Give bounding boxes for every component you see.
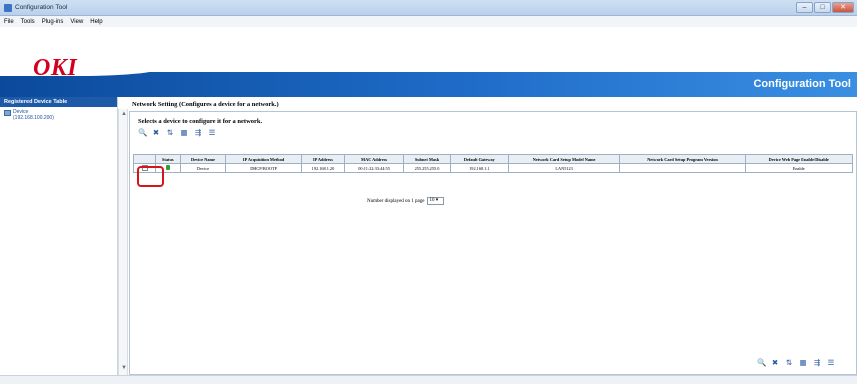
status-bar [0, 375, 857, 384]
ip-method-cell: DHCP/BOOTP [225, 163, 302, 173]
column-header-model-name[interactable]: Network Card Setup Model Name [507, 154, 621, 164]
minimize-button[interactable]: – [796, 2, 813, 13]
registered-device-table-header: Registered Device Table [0, 97, 117, 107]
column-header-select[interactable] [133, 154, 156, 164]
banner: OKI [0, 27, 857, 97]
column-header-default-gateway[interactable]: Default Gateway [450, 154, 509, 164]
filter-icon[interactable]: ⇶ [194, 128, 202, 137]
main-panel: Network Setting (Configures a device for… [129, 97, 857, 375]
sort-icon[interactable]: ⇅ [166, 128, 174, 137]
window-controls: – □ ✕ [796, 2, 854, 13]
list-icon[interactable]: ☰ [208, 128, 216, 137]
sort-icon[interactable]: ⇅ [785, 358, 793, 367]
filter-icon[interactable]: ⇶ [813, 358, 821, 367]
column-header-mac-address[interactable]: MAC Address [344, 154, 404, 164]
per-page-select[interactable]: 10 ▾ [426, 197, 444, 205]
grid-icon[interactable]: ▦ [799, 358, 807, 367]
column-header-program-version[interactable]: Network Card Setup Program Version [619, 154, 746, 164]
model-name-cell: LAN5123 [507, 163, 621, 173]
page-subtitle: Selects a device to configure it for a n… [138, 118, 263, 125]
column-header-device-name[interactable]: Device Name [179, 154, 227, 164]
bottom-toolbar: 🔍 ✖ ⇅ ▦ ⇶ ☰ [757, 358, 835, 367]
menu-help[interactable]: Help [90, 19, 102, 25]
grid-icon[interactable]: ▦ [180, 128, 188, 137]
menu-bar: File Tools Plug-ins View Help [0, 16, 857, 27]
app-icon [4, 4, 12, 12]
program-version-cell [619, 163, 746, 173]
oki-logo: OKI [33, 55, 78, 81]
device-table: Status Device Name IP Acquisition Method… [133, 154, 853, 173]
banner-title: Configuration Tool [753, 78, 851, 90]
column-header-subnet-mask[interactable]: Subnet Mask [402, 154, 452, 164]
menu-view[interactable]: View [70, 19, 83, 25]
status-ok-icon [165, 165, 170, 170]
search-icon[interactable]: 🔍 [757, 358, 766, 367]
column-header-ip-method[interactable]: IP Acquisition Method [225, 154, 302, 164]
page-title: Network Setting (Configures a device for… [132, 101, 279, 108]
per-page-value: 10 [429, 198, 435, 203]
title-bar: Configuration Tool – □ ✕ [0, 0, 857, 16]
close-button[interactable]: ✕ [832, 2, 854, 13]
ip-address-cell: 192.168.1.20 [300, 163, 346, 173]
table-header-row: Status Device Name IP Acquisition Method… [133, 154, 853, 164]
device-name-cell: Device [179, 163, 227, 173]
vertical-scrollbar[interactable]: ▲ ▼ [118, 109, 128, 375]
per-page-label: Number displayed on 1 page [367, 198, 425, 204]
web-page-cell: Enable [744, 163, 853, 173]
menu-tools[interactable]: Tools [21, 19, 35, 25]
device-tree-item[interactable]: Device (192.168.100.200) [0, 107, 117, 123]
content-frame [129, 111, 857, 375]
device-tree-ip: (192.168.100.200) [13, 115, 54, 121]
mac-address-cell: 00:11:22:33:44:55 [344, 163, 404, 173]
per-page-control: Number displayed on 1 page 10 ▾ [367, 197, 444, 205]
checkbox-highlight [137, 166, 164, 187]
left-panel: Registered Device Table Device (192.168.… [0, 97, 118, 375]
scroll-up-icon[interactable]: ▲ [121, 111, 127, 117]
column-header-status[interactable]: Status [155, 154, 181, 164]
window-title: Configuration Tool [15, 4, 68, 11]
list-icon[interactable]: ☰ [827, 358, 835, 367]
menu-file[interactable]: File [4, 19, 14, 25]
column-header-web-page[interactable]: Device Web Page Enable/Disable [744, 154, 853, 164]
column-header-ip-address[interactable]: IP Address [300, 154, 346, 164]
menu-plugins[interactable]: Plug-ins [42, 19, 64, 25]
delete-icon[interactable]: ✖ [771, 358, 779, 367]
delete-icon[interactable]: ✖ [152, 128, 160, 137]
maximize-button[interactable]: □ [814, 2, 831, 13]
chevron-down-icon: ▾ [435, 198, 439, 203]
subnet-mask-cell: 255.255.255.0 [402, 163, 452, 173]
table-row[interactable]: Device DHCP/BOOTP 192.168.1.20 00:11:22:… [133, 163, 853, 173]
scroll-down-icon[interactable]: ▼ [121, 365, 127, 371]
top-toolbar: 🔍 ✖ ⇅ ▦ ⇶ ☰ [138, 128, 216, 137]
computer-icon [4, 110, 11, 116]
banner-band [0, 72, 857, 97]
search-icon[interactable]: 🔍 [138, 128, 147, 137]
gateway-cell: 192.168.1.1 [450, 163, 509, 173]
